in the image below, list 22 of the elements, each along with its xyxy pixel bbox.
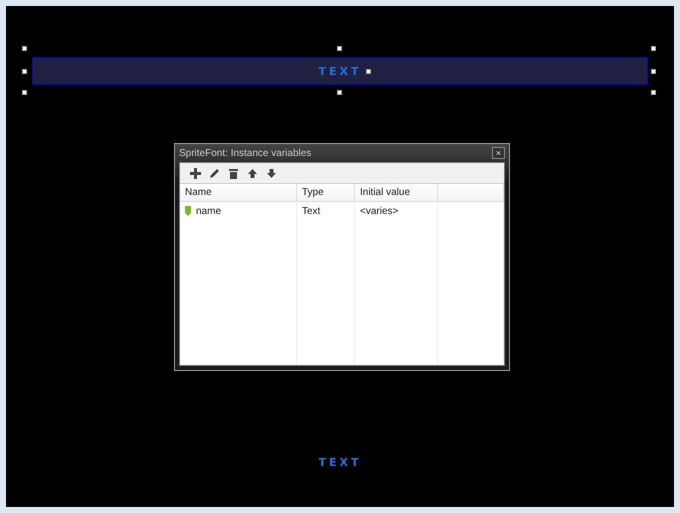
dialog-title: SpriteFont: Instance variables xyxy=(179,148,312,158)
resize-handle[interactable] xyxy=(651,69,656,74)
resize-handle[interactable] xyxy=(337,90,342,95)
column-header[interactable]: Initial value xyxy=(355,184,438,202)
text-object[interactable]: TEXT xyxy=(6,448,674,476)
column-header[interactable]: Type xyxy=(297,184,355,202)
tag-icon xyxy=(185,206,191,216)
object-text: TEXT xyxy=(318,456,362,468)
close-button[interactable]: × xyxy=(492,147,505,159)
resize-handle[interactable] xyxy=(22,46,27,51)
resize-handle[interactable] xyxy=(366,69,371,74)
table-cell: Text xyxy=(297,202,355,220)
add-icon[interactable] xyxy=(188,166,203,180)
resize-handle[interactable] xyxy=(651,90,656,95)
resize-handle[interactable] xyxy=(22,69,27,74)
resize-handle[interactable] xyxy=(22,90,27,95)
resize-handle[interactable] xyxy=(651,46,656,51)
object-text: TEXT xyxy=(318,64,362,78)
variable-name: name xyxy=(196,206,222,216)
resize-handle[interactable] xyxy=(337,46,342,51)
column-header[interactable]: Name xyxy=(180,184,297,202)
table-cell: <varies> xyxy=(355,202,438,220)
